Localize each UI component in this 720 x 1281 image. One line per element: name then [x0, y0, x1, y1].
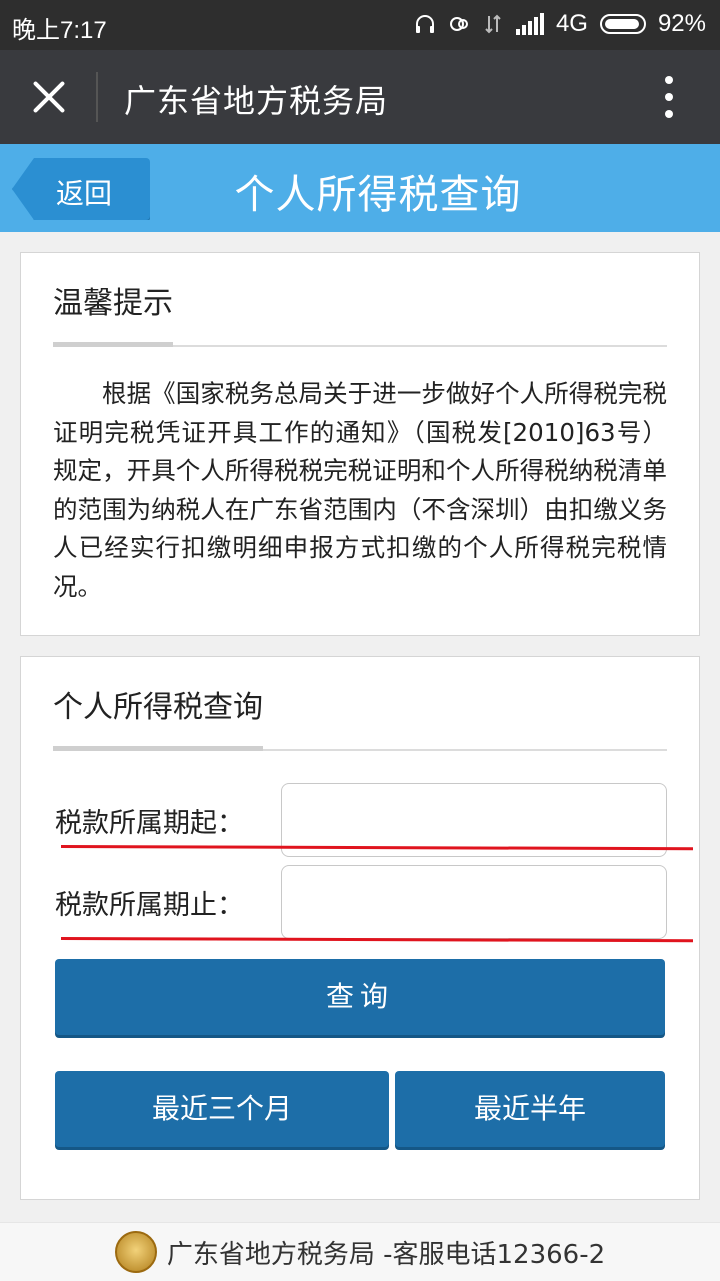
- top-nav-bar: 广东省地方税务局: [0, 50, 720, 144]
- status-bar: 晚上7:17 4G 92%: [0, 0, 720, 50]
- battery-percent: 92%: [657, 10, 706, 37]
- tax-bureau-logo-icon: [114, 1231, 157, 1273]
- footer-text: 广东省地方税务局 -客服电话12366-2: [166, 1239, 606, 1270]
- end-period-label: 税款所属期止：: [55, 890, 244, 921]
- status-icons: 4G 92%: [414, 10, 706, 38]
- page-header: 返回 个人所得税查询: [0, 144, 720, 232]
- battery-icon: [599, 14, 646, 34]
- start-period-label: 税款所属期起：: [55, 808, 244, 839]
- notice-card-header: 温馨提示: [53, 253, 667, 347]
- footer: 广东省地方税务局 -客服电话12366-2: [0, 1222, 720, 1281]
- last-three-months-button[interactable]: 最近三个月: [55, 1071, 389, 1147]
- query-button[interactable]: 查询: [55, 959, 665, 1035]
- sync-icon: [449, 17, 468, 31]
- signal-icon: [515, 13, 544, 35]
- nav-title: 广东省地方税务局: [124, 82, 389, 120]
- end-period-input[interactable]: [281, 865, 667, 939]
- notice-card: 温馨提示 根据《国家税务总局关于进一步做好个人所得税完税证明完税凭证开具工作的通…: [20, 252, 700, 636]
- start-period-row: 税款所属期起：: [53, 783, 667, 865]
- network-type: 4G: [555, 10, 588, 37]
- close-icon[interactable]: [28, 76, 70, 118]
- notice-body: 根据《国家税务总局关于进一步做好个人所得税完税证明完税凭证开具工作的通知》（国税…: [53, 379, 667, 601]
- page-title: 个人所得税查询: [234, 172, 522, 218]
- notice-title: 温馨提示: [53, 278, 173, 347]
- headphones-icon: [415, 15, 434, 33]
- end-period-row: 税款所属期止：: [53, 865, 667, 947]
- nav-divider: [96, 72, 98, 122]
- query-card: 个人所得税查询 税款所属期起： 税款所属期止： 查询 最近三个月 最近半年: [20, 656, 700, 1200]
- more-options-icon[interactable]: [664, 76, 674, 120]
- last-half-year-button[interactable]: 最近半年: [395, 1071, 665, 1147]
- data-transfer-icon: [485, 14, 501, 34]
- query-card-title: 个人所得税查询: [53, 682, 263, 751]
- status-time: 晚上7:17: [12, 17, 107, 44]
- query-card-header: 个人所得税查询: [53, 657, 667, 751]
